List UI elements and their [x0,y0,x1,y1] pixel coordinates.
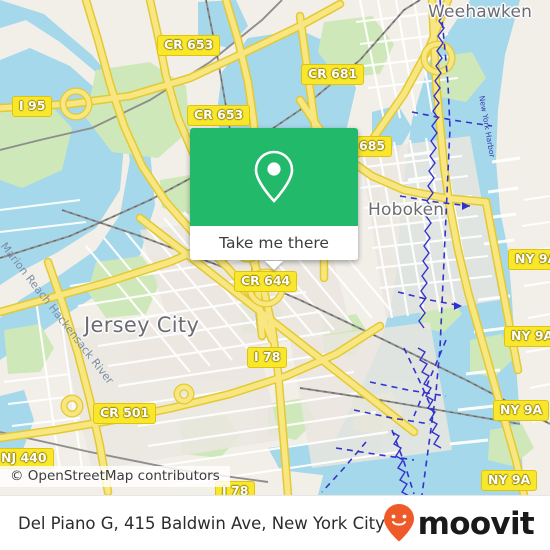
map-canvas[interactable]: Weehawken Hoboken Jersey City Marion Reach… [0,0,550,495]
take-me-there-button[interactable]: Take me there [190,226,358,260]
moovit-wordmark: moovit [417,505,535,542]
map-attribution[interactable]: © OpenStreetMap contributors [0,466,230,487]
map-screenshot: Weehawken Hoboken Jersey City Marion Reach… [0,0,550,550]
popup-tail [265,261,283,270]
moovit-pin-smile-icon [383,504,414,542]
moovit-brand[interactable]: moovit [382,503,535,543]
footer-bar: Del Piano G, 415 Baldwin Ave, New York C… [0,495,550,550]
popup-pin-area [190,128,358,226]
map-pin-icon [254,150,294,203]
location-address: Del Piano G, 415 Baldwin Ave, New York C… [18,513,385,533]
location-popup-card[interactable]: Take me there [190,128,358,260]
